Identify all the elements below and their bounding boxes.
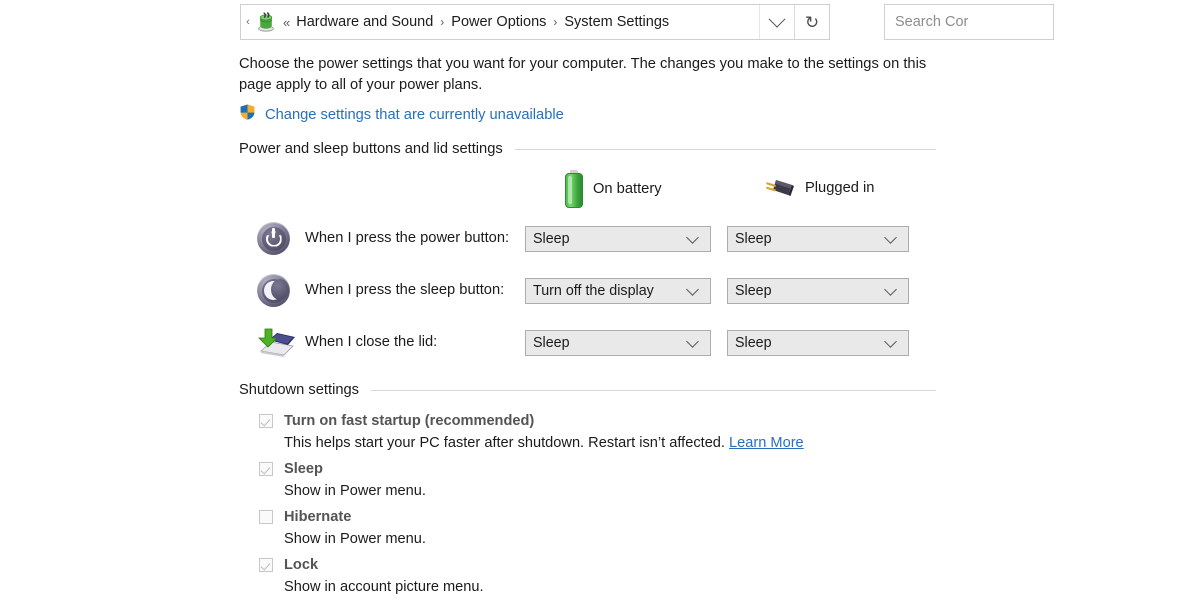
page-description: Choose the power settings that you want … [239, 56, 927, 93]
fast-startup-checkbox[interactable] [259, 414, 273, 428]
refresh-button[interactable]: ↻ [794, 5, 829, 39]
setting-row-power-button: When I press the power button: [255, 218, 509, 258]
power-options-system-settings-page: ‹ « Hardware and Sound › Power Options ›… [0, 0, 1200, 600]
search-input[interactable]: Search Cor [884, 4, 1054, 40]
uac-shield-icon [239, 103, 256, 126]
dropdown-value: Sleep [533, 335, 570, 351]
breadcrumb: « Hardware and Sound › Power Options › S… [283, 14, 759, 30]
shutdown-option-fast-startup: Turn on fast startup (recommended) This … [259, 413, 804, 451]
dropdown-value: Sleep [533, 231, 570, 247]
battery-icon [564, 170, 584, 208]
checkbox-label: Sleep [284, 461, 323, 477]
power-button-on-battery-dropdown[interactable]: Sleep [525, 226, 711, 252]
section-divider [371, 389, 936, 391]
setting-row-label: When I close the lid: [305, 334, 438, 350]
close-lid-on-battery-dropdown[interactable]: Sleep [525, 330, 711, 356]
sleep-button-plugged-in-dropdown[interactable]: Sleep [727, 278, 909, 304]
section-title: Power and sleep buttons and lid settings [239, 141, 503, 157]
column-header-plugged-in: Plugged in [764, 176, 874, 200]
power-plug-icon [764, 176, 796, 200]
breadcrumb-separator: › [440, 15, 445, 29]
dropdown-value: Sleep [735, 231, 772, 247]
sleep-checkbox[interactable] [259, 462, 273, 476]
refresh-icon: ↻ [804, 12, 820, 32]
checkbox-row[interactable]: Lock [259, 557, 484, 573]
laptop-lid-icon [255, 322, 297, 362]
section-title: Shutdown settings [239, 382, 360, 398]
breadcrumb-overflow-chevron[interactable]: « [283, 15, 290, 30]
checkbox-description: Show in Power menu. [284, 483, 426, 499]
shutdown-option-lock: Lock Show in account picture menu. [259, 557, 484, 595]
column-header-label: Plugged in [805, 180, 875, 196]
power-button-plugged-in-dropdown[interactable]: Sleep [727, 226, 909, 252]
dropdown-value: Sleep [735, 283, 772, 299]
chevron-down-icon [686, 334, 699, 348]
checkbox-label: Turn on fast startup (recommended) [284, 413, 535, 429]
section-divider [514, 148, 936, 150]
address-bar-history-dropdown[interactable] [759, 5, 794, 39]
chevron-down-icon [768, 10, 786, 28]
chevron-down-icon [884, 282, 897, 296]
chevron-down-icon [884, 230, 897, 244]
change-unavailable-settings-row[interactable]: Change settings that are currently unava… [239, 103, 564, 126]
checkbox-description: This helps start your PC faster after sh… [284, 435, 804, 451]
dropdown-value: Sleep [735, 335, 772, 351]
close-lid-plugged-in-dropdown[interactable]: Sleep [727, 330, 909, 356]
breadcrumb-item-system-settings[interactable]: System Settings [564, 14, 669, 30]
setting-row-label: When I press the power button: [305, 230, 510, 246]
change-unavailable-settings-link[interactable]: Change settings that are currently unava… [265, 107, 564, 123]
setting-row-label: When I press the sleep button: [305, 282, 505, 298]
checkbox-description: Show in Power menu. [284, 531, 426, 547]
lock-checkbox[interactable] [259, 558, 273, 572]
breadcrumb-separator: › [553, 15, 558, 29]
address-bar[interactable]: ‹ « Hardware and Sound › Power Options ›… [240, 4, 830, 40]
hibernate-checkbox[interactable] [259, 510, 273, 524]
setting-row-close-lid: When I close the lid: [255, 322, 437, 362]
checkbox-description: Show in account picture menu. [284, 579, 484, 595]
address-bar-back-chevron[interactable]: ‹ [243, 16, 253, 28]
power-options-icon [255, 11, 277, 33]
setting-row-sleep-button: When I press the sleep button: [255, 270, 504, 310]
checkbox-label: Hibernate [284, 509, 352, 525]
breadcrumb-item-power-options[interactable]: Power Options [451, 14, 546, 30]
column-header-label: On battery [593, 181, 662, 197]
breadcrumb-item-hardware-and-sound[interactable]: Hardware and Sound [296, 14, 433, 30]
checkbox-label: Lock [284, 557, 319, 573]
sleep-moon-icon [255, 270, 297, 310]
description-text: This helps start your PC faster after sh… [284, 435, 730, 451]
dropdown-value: Turn off the display [533, 283, 654, 299]
chevron-down-icon [686, 230, 699, 244]
column-header-on-battery: On battery [564, 170, 662, 208]
shutdown-option-sleep: Sleep Show in Power menu. [259, 461, 426, 499]
section-header-power-and-sleep: Power and sleep buttons and lid settings [239, 141, 936, 157]
checkbox-row[interactable]: Sleep [259, 461, 426, 477]
checkbox-row[interactable]: Turn on fast startup (recommended) [259, 413, 804, 429]
checkbox-row[interactable]: Hibernate [259, 509, 426, 525]
learn-more-link[interactable]: Learn More [729, 435, 804, 451]
chevron-down-icon [686, 282, 699, 296]
chevron-down-icon [884, 334, 897, 348]
search-placeholder: Search Cor [895, 14, 969, 30]
section-header-shutdown-settings: Shutdown settings [239, 382, 936, 398]
shutdown-option-hibernate: Hibernate Show in Power menu. [259, 509, 426, 547]
power-button-icon [255, 218, 297, 258]
sleep-button-on-battery-dropdown[interactable]: Turn off the display [525, 278, 711, 304]
